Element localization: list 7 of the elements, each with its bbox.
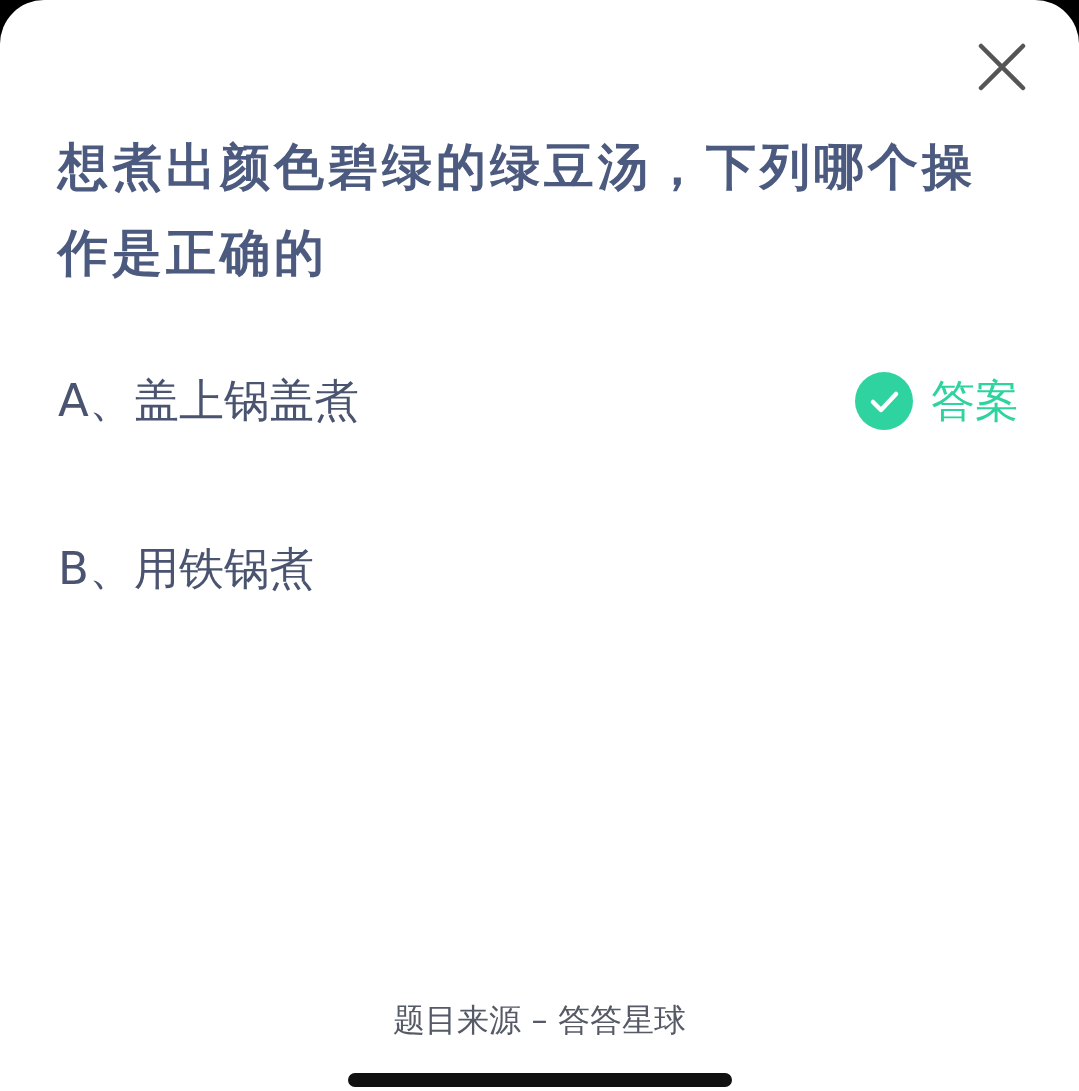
- close-icon[interactable]: [977, 42, 1027, 92]
- source-footer: 题目来源 – 答答星球: [393, 1001, 686, 1039]
- answer-label: 答案: [931, 373, 1019, 428]
- answer-option[interactable]: B、用铁锅煮: [58, 539, 314, 599]
- answer-option[interactable]: A、盖上锅盖煮: [58, 371, 359, 431]
- check-icon: [855, 372, 913, 430]
- question-title: 想煮出颜色碧绿的绿豆汤，下列哪个操作是正确的: [58, 137, 977, 284]
